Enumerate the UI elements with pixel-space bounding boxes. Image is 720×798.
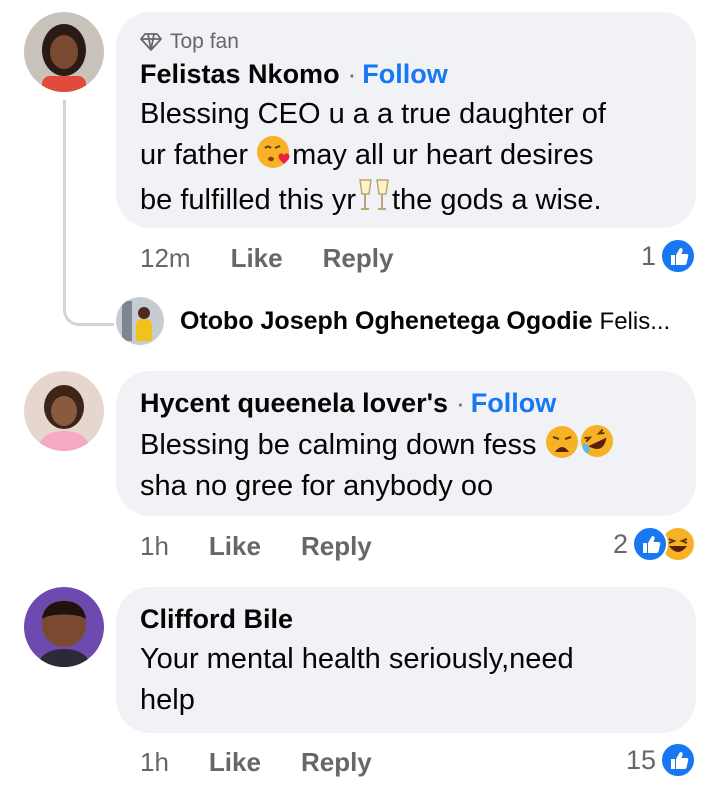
- reply-button[interactable]: Reply: [301, 531, 372, 562]
- reaction-count: 1: [640, 240, 656, 271]
- separator-dot: ·: [456, 388, 465, 418]
- comment-line: be fulfilled this yr the gods a wise.: [140, 176, 685, 221]
- reaction-summary-hycent[interactable]: 2: [613, 526, 696, 562]
- comment-text-felistas: Blessing CEO u a a true daughter of ur f…: [140, 94, 685, 221]
- comment-line: sha no gree for anybody oo: [140, 470, 494, 502]
- avatar-otobo[interactable]: [116, 297, 164, 345]
- reply-snippet: Felis...: [599, 307, 671, 335]
- comment-line: Blessing CEO u a a true daughter of: [140, 98, 606, 130]
- like-reaction-icon: [632, 526, 668, 562]
- comment-time[interactable]: 1h: [140, 747, 169, 778]
- comment-header-clifford: Clifford Bile: [140, 604, 293, 635]
- diamond-icon: [140, 33, 162, 51]
- comment-text-hycent: Blessing be calming down fess sha no gre…: [140, 423, 685, 507]
- comment-actions-felistas: 12m Like Reply: [140, 243, 393, 274]
- like-button[interactable]: Like: [231, 243, 283, 274]
- like-button[interactable]: Like: [209, 531, 261, 562]
- reaction-count: 2: [612, 528, 628, 559]
- comment-actions-hycent: 1h Like Reply: [140, 531, 372, 562]
- reply-author-name[interactable]: Otobo Joseph Oghenetega Ogodie: [180, 307, 593, 336]
- weary-face-emoji-icon: [545, 426, 578, 458]
- kiss-heart-emoji-icon: [257, 136, 290, 168]
- author-name[interactable]: Felistas Nkomo: [140, 59, 340, 90]
- rofl-emoji-icon: [580, 425, 613, 457]
- comment-line: Your mental health seriously,need: [140, 643, 574, 675]
- avatar-hycent[interactable]: [24, 371, 104, 451]
- separator-dot: ·: [347, 59, 357, 89]
- reaction-summary-felistas[interactable]: 1: [641, 238, 696, 274]
- reaction-count: 15: [625, 744, 656, 775]
- avatar-felistas[interactable]: [24, 12, 104, 92]
- comment-header-hycent: Hycent queenela lover's · Follow: [140, 388, 556, 419]
- top-fan-badge: Top fan: [140, 30, 239, 54]
- author-name[interactable]: Clifford Bile: [140, 604, 293, 635]
- follow-button[interactable]: Follow: [362, 59, 447, 90]
- like-button[interactable]: Like: [209, 747, 261, 778]
- comment-header-felistas: Felistas Nkomo · Follow: [140, 59, 448, 90]
- like-reaction-icon: [660, 238, 696, 274]
- comment-line: Blessing be calming down fess: [140, 423, 685, 466]
- thread-connector: [63, 100, 114, 326]
- reply-button[interactable]: Reply: [301, 747, 372, 778]
- clinking-glasses-emoji-icon: [359, 179, 389, 210]
- follow-button[interactable]: Follow: [471, 388, 556, 419]
- like-reaction-icon: [660, 742, 696, 778]
- comment-line: ur father may all ur heart desires: [140, 135, 685, 176]
- reply-preview[interactable]: Otobo Joseph Oghenetega Ogodie Felis...: [180, 307, 670, 336]
- comment-line: help: [140, 684, 195, 716]
- reply-button[interactable]: Reply: [323, 243, 394, 274]
- comment-time[interactable]: 12m: [140, 243, 191, 274]
- author-name[interactable]: Hycent queenela lover's: [140, 388, 448, 419]
- reaction-summary-clifford[interactable]: 15: [626, 742, 696, 778]
- avatar-clifford[interactable]: [24, 587, 104, 667]
- comment-time[interactable]: 1h: [140, 531, 169, 562]
- comment-text-clifford: Your mental health seriously,need help: [140, 639, 685, 721]
- comment-actions-clifford: 1h Like Reply: [140, 747, 372, 778]
- badge-label: Top fan: [170, 30, 239, 53]
